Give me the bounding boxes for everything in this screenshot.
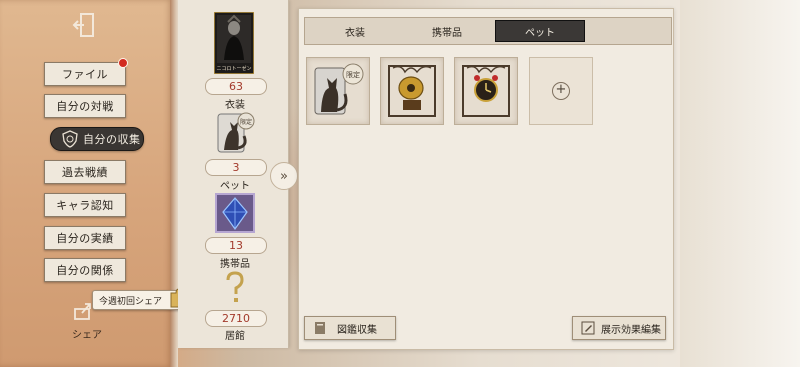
accessory-count: 13 [205,237,267,254]
sidebar-item-label: 自分の関係 [56,264,114,277]
sidebar-item-label: 自分の収集 [83,133,141,146]
sidebar-item-label: ファイル [62,68,108,81]
sidebar-item-my-achievements[interactable]: 自分の実績 [44,226,126,250]
costume-count: 63 [205,78,267,95]
notification-dot [118,58,128,68]
pet-slot-gramophone[interactable] [380,57,444,125]
plus-icon: + [552,82,570,100]
pet-cat-image: 限定 [314,63,364,115]
share-icon[interactable] [72,300,94,322]
tab-accessory[interactable]: 携帯品 [403,21,491,41]
sidebar-item-label: 自分の対戦 [56,100,114,113]
display-edit-button-label: 展示効果編集 [601,324,661,336]
tab-pet[interactable]: ペット [495,20,585,42]
shield-icon [62,130,78,148]
exit-door-icon[interactable] [70,10,100,40]
right-backdrop [680,0,800,367]
edit-icon [581,321,595,335]
pet-clock-image [462,65,510,117]
double-chevron-right-icon: » [280,168,288,184]
pet-label: ペット [220,181,250,192]
add-pet-slot[interactable]: + [529,57,593,125]
sidebar-item-my-collection[interactable]: 自分の収集 [50,127,144,151]
limited-badge-text: 限定 [346,70,360,79]
share-tooltip: 今週初回シェア [92,288,189,310]
sidebar-item-my-battles[interactable]: 自分の対戦 [44,94,126,118]
sidebar-item-past-records[interactable]: 過去戦績 [44,160,126,184]
sidebar-item-file[interactable]: ファイル [44,62,126,86]
pet-count: 3 [205,159,267,176]
expand-button[interactable]: » [270,162,298,190]
costume-card-caption: ニコロトーゼン [216,65,251,72]
sidebar-item-label: 過去戦績 [62,166,108,179]
tab-costume[interactable]: 衣装 [311,21,399,41]
residence-count: 2710 [205,310,267,327]
pet-slot-cat[interactable]: 限定 [306,57,370,125]
gallery-button-label: 図鑑収集 [337,324,377,336]
costume-label: 衣装 [225,100,245,111]
tab-bar: 衣装 携帯品 ペット [304,17,672,45]
gallery-collection-button[interactable]: 図鑑収集 [304,316,396,340]
sidebar-item-character-recognition[interactable]: キャラ認知 [44,193,126,217]
question-mark-icon [226,271,244,302]
sidebar-item-label: 自分の実績 [56,232,114,245]
sidebar-item-my-relations[interactable]: 自分の関係 [44,258,126,282]
book-icon [315,322,325,334]
share-tip-text: 今週初回シェア [99,296,163,307]
accessory-crystal-image [215,193,255,233]
pet-slot-clock[interactable] [454,57,518,125]
pet-gramophone-image [388,65,436,117]
sidebar-item-label: キャラ認知 [56,199,114,212]
limited-badge-text: 限定 [240,118,252,126]
display-effect-edit-button[interactable]: 展示効果編集 [572,316,666,340]
accessory-label: 携帯品 [220,259,250,270]
costume-card-image: ニコロトーゼン [214,12,254,74]
share-label[interactable]: シェア [72,326,102,341]
residence-label: 居館 [225,331,245,342]
pet-cat-image: 限定 [217,112,255,153]
